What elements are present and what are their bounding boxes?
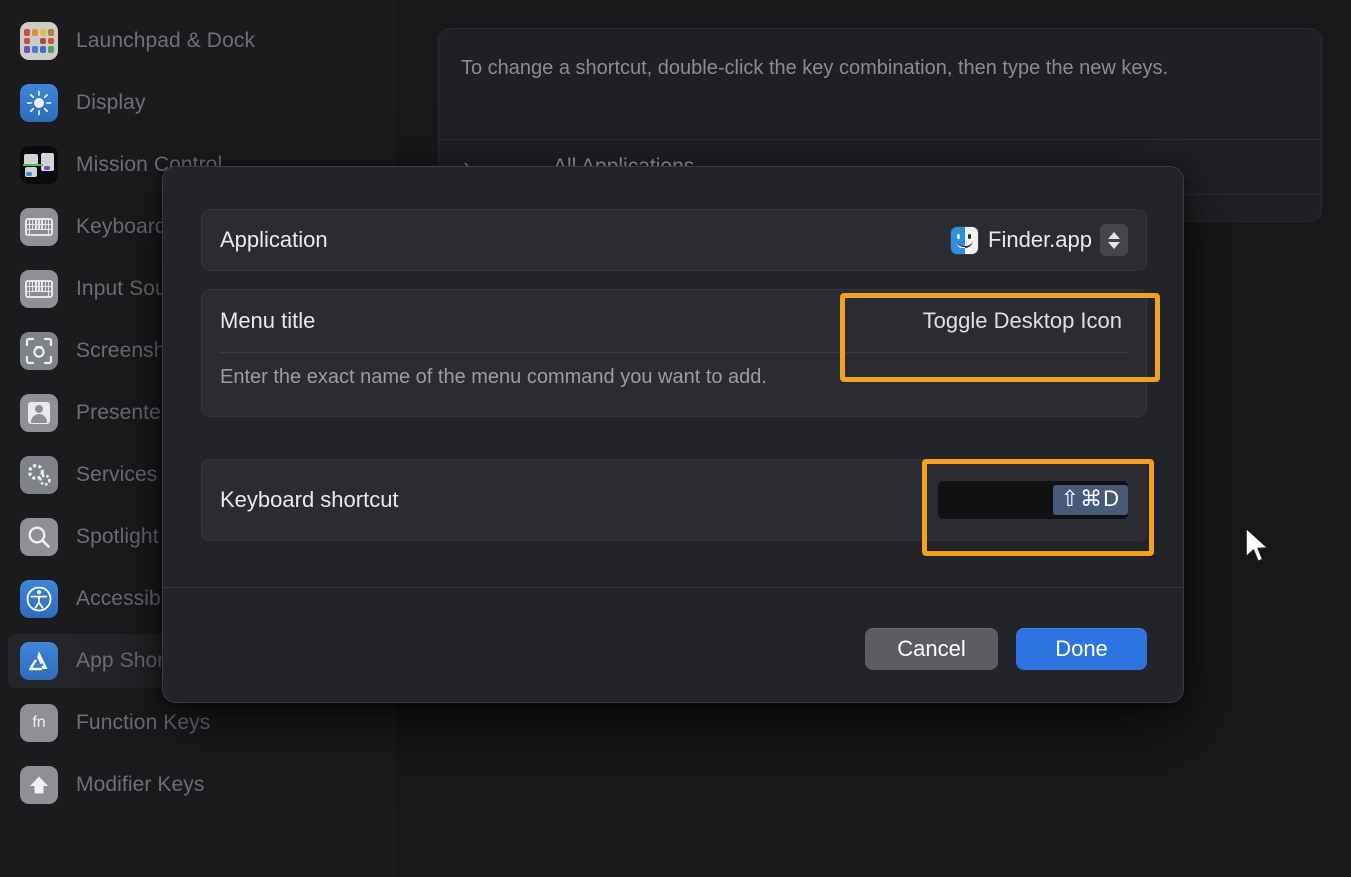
sidebar-item-function-keys[interactable]: fn Function Keys xyxy=(8,696,386,750)
application-value-group[interactable]: Finder.app xyxy=(951,224,1128,256)
application-row[interactable]: Application Finder.app xyxy=(202,210,1146,270)
cancel-button[interactable]: Cancel xyxy=(865,628,998,670)
menu-title-label: Menu title xyxy=(220,308,316,333)
sidebar-item-label: Services xyxy=(76,463,158,486)
menu-title-group: Menu title Toggle Desktop Icon Enter the… xyxy=(201,289,1147,417)
sidebar-item-label: Spotlight xyxy=(76,525,159,548)
system-settings-window: Launchpad & Dock Display Mission Control… xyxy=(0,0,1351,877)
sidebar-item-modifier-keys[interactable]: Modifier Keys xyxy=(8,758,386,812)
dialog-footer-divider xyxy=(163,587,1183,588)
sidebar-item-display[interactable]: Display xyxy=(8,76,386,130)
application-label: Application xyxy=(220,227,328,252)
launchpad-icon xyxy=(20,22,58,60)
application-group: Application Finder.app xyxy=(201,209,1147,271)
up-down-stepper-icon[interactable] xyxy=(1100,224,1128,256)
keyboard-shortcut-row[interactable]: Keyboard shortcut ⇧⌘D xyxy=(202,460,1146,540)
input-sources-icon xyxy=(20,270,58,308)
sidebar-item-launchpad-and-dock[interactable]: Launchpad & Dock xyxy=(8,14,386,68)
screenshots-icon xyxy=(20,332,58,370)
mouse-cursor xyxy=(1243,526,1273,568)
menu-title-row[interactable]: Menu title Toggle Desktop Icon xyxy=(202,290,1146,352)
app-shortcuts-icon xyxy=(20,642,58,680)
finder-icon xyxy=(951,226,979,254)
presenter-icon xyxy=(20,394,58,432)
menu-title-divider xyxy=(220,352,1128,353)
sidebar-item-label: Launchpad & Dock xyxy=(76,29,256,52)
keyboard-shortcut-input[interactable]: ⇧⌘D xyxy=(938,481,1128,519)
services-icon xyxy=(20,456,58,494)
keyboard-shortcut-value: ⇧⌘D xyxy=(1052,485,1128,515)
done-button[interactable]: Done xyxy=(1016,628,1147,670)
keyboard-icon xyxy=(20,208,58,246)
sidebar-item-label: Modifier Keys xyxy=(76,773,205,796)
add-shortcut-dialog: Application Finder.app Menu title Toggle… xyxy=(162,166,1184,703)
spotlight-icon xyxy=(20,518,58,556)
accessibility-icon xyxy=(20,580,58,618)
display-icon xyxy=(20,84,58,122)
mission-control-icon xyxy=(20,146,58,184)
keyboard-shortcut-label: Keyboard shortcut xyxy=(220,487,399,512)
sidebar-item-label: Keyboard xyxy=(76,215,167,238)
application-value: Finder.app xyxy=(988,227,1092,252)
menu-title-hint: Enter the exact name of the menu command… xyxy=(220,366,767,388)
keyboard-shortcut-group: Keyboard shortcut ⇧⌘D xyxy=(201,459,1147,541)
menu-title-input[interactable]: Toggle Desktop Icon xyxy=(923,308,1128,334)
modifier-keys-icon xyxy=(20,766,58,804)
function-keys-icon: fn xyxy=(20,704,58,742)
sidebar-item-label: Function Keys xyxy=(76,711,211,734)
shortcuts-hint-text: To change a shortcut, double-click the k… xyxy=(461,57,1169,79)
sidebar-item-label: Display xyxy=(76,91,146,114)
